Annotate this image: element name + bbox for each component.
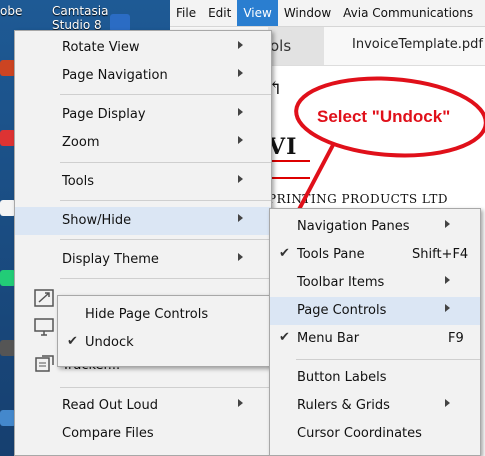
chevron-right-icon [238, 175, 243, 183]
menu-item-label: Compare Files [62, 426, 154, 441]
document-rule [268, 160, 310, 162]
chevron-right-icon [238, 41, 243, 49]
menu-separator [60, 94, 271, 95]
checkmark-icon: ✔ [67, 334, 78, 349]
menu-item-page-controls[interactable]: Page Controls [270, 297, 480, 325]
menu-item-display-theme[interactable]: Display Theme [15, 246, 271, 274]
monitor-icon [34, 318, 54, 336]
menu-item-label: Tools Pane [297, 247, 365, 262]
menu-file[interactable]: File [170, 0, 202, 26]
menu-item-zoom[interactable]: Zoom [15, 129, 271, 157]
menu-item-compare-files[interactable]: Compare Files [15, 420, 271, 448]
menu-item-undock[interactable]: ✔ Undock [58, 329, 271, 357]
menu-item-label: Page Display [62, 107, 146, 122]
menu-item-shortcut: Shift+F4 [412, 247, 469, 262]
menu-item-label: Page Navigation [62, 68, 168, 83]
menu-item-shortcut: F9 [448, 331, 464, 346]
document-rule [268, 177, 310, 179]
view-menu: Rotate View Page Navigation Page Display… [14, 30, 272, 456]
menu-item-rotate-view[interactable]: Rotate View [15, 34, 271, 62]
menu-item-label: Menu Bar [297, 331, 360, 346]
desktop-label[interactable]: obe [0, 4, 22, 18]
chevron-right-icon [445, 276, 450, 284]
menu-item-tools-pane[interactable]: ✔ Tools Pane Shift+F4 [270, 241, 480, 269]
tab-tools-label: ols [270, 37, 292, 55]
menu-avia-communications[interactable]: Avia Communications [337, 0, 479, 26]
chevron-right-icon [445, 304, 450, 312]
chevron-right-icon [445, 399, 450, 407]
menu-item-label: Navigation Panes [297, 219, 410, 234]
menu-separator [296, 359, 480, 360]
menu-item-navigation-panes[interactable]: Navigation Panes [270, 213, 480, 241]
menu-item-label: Cursor Coordinates [297, 426, 422, 441]
menu-item-rulers-grids[interactable]: Rulers & Grids [270, 392, 480, 420]
menu-item-label: Page Controls [297, 303, 387, 318]
menu-item-page-navigation[interactable]: Page Navigation [15, 62, 271, 90]
full-screen-icon [34, 289, 54, 307]
menu-window[interactable]: Window [278, 0, 337, 26]
chevron-right-icon [238, 214, 243, 222]
menu-item-tools[interactable]: Tools [15, 168, 271, 196]
menu-view[interactable]: View [237, 0, 278, 26]
chevron-right-icon [238, 108, 243, 116]
menu-item-label: Rulers & Grids [297, 398, 390, 413]
menu-item-cursor-coordinates[interactable]: Cursor Coordinates [270, 420, 480, 448]
menu-edit[interactable]: Edit [202, 0, 237, 26]
checkmark-icon: ✔ [279, 330, 290, 345]
menu-item-button-labels[interactable]: Button Labels [270, 364, 480, 392]
page-controls-submenu: Hide Page Controls ✔ Undock [57, 295, 272, 367]
menu-item-toolbar-items[interactable]: Toolbar Items [270, 269, 480, 297]
tab-tools[interactable]: ols [268, 27, 324, 65]
menu-separator [60, 162, 271, 163]
chevron-right-icon [238, 399, 243, 407]
menu-item-label: Undock [85, 335, 134, 350]
menu-item-label: Toolbar Items [297, 275, 385, 290]
document-company-line: PRINTING PRODUCTS LTD [268, 192, 449, 206]
menu-item-label: Rotate View [62, 40, 140, 55]
desktop-label[interactable]: Camtasia [52, 4, 108, 18]
callout-text: Select "Undock" [317, 107, 451, 126]
checkmark-icon: ✔ [279, 246, 290, 261]
menu-bar: File Edit View Window Avia Communication… [170, 0, 485, 27]
menu-item-page-display[interactable]: Page Display [15, 101, 271, 129]
chevron-right-icon [238, 253, 243, 261]
chevron-right-icon [238, 69, 243, 77]
menu-item-menu-bar[interactable]: ✔ Menu Bar F9 [270, 325, 480, 353]
menu-separator [60, 200, 271, 201]
chevron-right-icon [238, 136, 243, 144]
menu-item-label: Tools [62, 174, 95, 189]
menu-item-label: Hide Page Controls [85, 307, 209, 322]
menu-item-show-hide[interactable]: Show/Hide [15, 207, 271, 235]
menu-item-label: Display Theme [62, 252, 159, 267]
menu-item-label: Zoom [62, 135, 100, 150]
menu-help[interactable]: Hi [479, 0, 485, 26]
menu-separator [60, 239, 271, 240]
menu-item-hide-page-controls[interactable]: Hide Page Controls [58, 301, 271, 329]
menu-item-label: Read Out Loud [62, 398, 158, 413]
tab-document[interactable]: InvoiceTemplate.pdf [352, 37, 483, 52]
chevron-right-icon [445, 220, 450, 228]
menu-separator [60, 278, 271, 279]
show-hide-submenu: Navigation Panes ✔ Tools Pane Shift+F4 T… [269, 208, 481, 456]
menu-separator [60, 387, 271, 388]
menu-item-label: Show/Hide [62, 213, 132, 228]
document-heading-fragment: VI [268, 134, 298, 160]
menu-item-read-out-loud[interactable]: Read Out Loud [15, 392, 271, 420]
menu-item-label: Button Labels [297, 370, 387, 385]
